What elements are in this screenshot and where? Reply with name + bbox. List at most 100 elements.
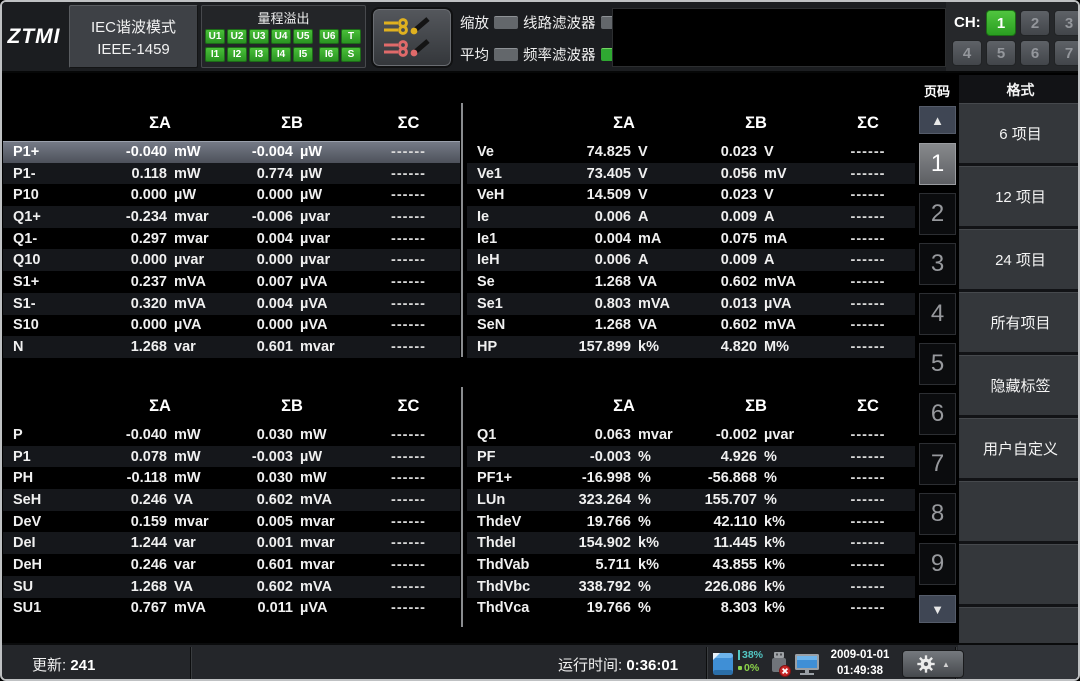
channel-button[interactable]: 3	[1054, 10, 1080, 36]
column-header: ΣB	[691, 397, 821, 416]
mode-indicator: IEC谐波模式 IEEE-1459	[69, 5, 198, 68]
table-row[interactable]: LUn 323.264 % 155.707 % ------	[467, 489, 915, 511]
page-button[interactable]: 7	[919, 443, 956, 485]
table-row[interactable]: P10 0.000 µW 0.000 µW ------	[3, 184, 460, 206]
page-button[interactable]: 5	[919, 343, 956, 385]
table-row[interactable]: VeH 14.509 V 0.023 V ------	[467, 184, 915, 206]
table-row[interactable]: PF -0.003 % 4.926 % ------	[467, 446, 915, 468]
table-row[interactable]: IeH 0.006 A 0.009 A ------	[467, 249, 915, 271]
table-row[interactable]: Se1 0.803 mVA 0.013 µVA ------	[467, 293, 915, 315]
table-row[interactable]: P1- 0.118 mW 0.774 µW ------	[3, 163, 460, 185]
channel-button[interactable]: 1	[986, 10, 1016, 36]
channel-button[interactable]: 2	[1020, 10, 1050, 36]
format-button[interactable]: 6 项目	[959, 103, 1080, 163]
table-row[interactable]: S1- 0.320 mVA 0.004 µVA ------	[3, 293, 460, 315]
table-row[interactable]: SeH 0.246 VA 0.602 mVA ------	[3, 489, 460, 511]
format-panel-title: 格式	[959, 80, 1080, 100]
time-text: 01:49:38	[837, 665, 883, 677]
table-row[interactable]: DeH 0.246 var 0.601 mvar ------	[3, 554, 460, 576]
status-divider	[190, 647, 192, 681]
table-row[interactable]: Ie1 0.004 mA 0.075 mA ------	[467, 228, 915, 250]
channel-led: U3	[249, 29, 269, 44]
freq-filter-label: 频率滤波器	[523, 44, 596, 65]
table-row[interactable]: SeN 1.268 VA 0.602 mVA ------	[467, 315, 915, 337]
page-button[interactable]: 4	[919, 293, 956, 335]
page-panel-title: 页码	[915, 81, 959, 100]
table-row[interactable]: S10 0.000 µVA 0.000 µVA ------	[3, 315, 460, 337]
format-button[interactable]	[959, 481, 1080, 541]
page-button[interactable]: 2	[919, 193, 956, 235]
page-down-button[interactable]: ▼	[919, 595, 956, 623]
status-right-section	[958, 645, 1080, 681]
zoom-indicator	[494, 16, 518, 29]
channel-button[interactable]: 5	[986, 40, 1016, 66]
table-row[interactable]: P1 0.078 mW -0.003 µW ------	[3, 446, 460, 468]
table-row[interactable]: SU 1.268 VA 0.602 mVA ------	[3, 576, 460, 598]
channel-led: I5	[293, 47, 313, 62]
channel-led: U4	[271, 29, 291, 44]
meter-dot	[738, 666, 742, 670]
channel-button[interactable]: 7	[1054, 40, 1080, 66]
message-display	[612, 8, 946, 67]
table-row[interactable]: N 1.268 var 0.601 mvar ------	[3, 336, 460, 358]
channel-led: I1	[205, 47, 225, 62]
brand-logo: ZTMI	[2, 2, 66, 71]
page-button[interactable]: 9	[919, 543, 956, 585]
table-row[interactable]: P -0.040 mW 0.030 mW ------	[3, 424, 460, 446]
table-row[interactable]: ThdVbc 338.792 % 226.086 k% ------	[467, 576, 915, 598]
channel-button[interactable]: 6	[1020, 40, 1050, 66]
table-row[interactable]: DeI 1.244 var 0.001 mvar ------	[3, 532, 460, 554]
table-row[interactable]: HP 157.899 k% 4.820 M% ------	[467, 336, 915, 358]
table-row[interactable]: Ve 74.825 V 0.023 V ------	[467, 141, 915, 163]
page-up-button[interactable]: ▲	[919, 106, 956, 134]
table-row[interactable]: S1+ 0.237 mVA 0.007 µVA ------	[3, 271, 460, 293]
table-row[interactable]: ThdVca 19.766 % 8.303 k% ------	[467, 598, 915, 620]
format-button[interactable]: 24 项目	[959, 229, 1080, 289]
table-row[interactable]: ThdVab 5.711 k% 43.855 k% ------	[467, 554, 915, 576]
table-row[interactable]: Q1 0.063 mvar -0.002 µvar ------	[467, 424, 915, 446]
format-button[interactable]	[959, 544, 1080, 604]
page-button[interactable]: 8	[919, 493, 956, 535]
column-header: ΣB	[227, 397, 357, 416]
format-button[interactable]: 隐藏标签	[959, 355, 1080, 415]
table-row[interactable]: SU1 0.767 mVA 0.011 µVA ------	[3, 598, 460, 620]
channel-selector: CH: 123 4567	[946, 2, 1080, 71]
table-row[interactable]: Ie 0.006 A 0.009 A ------	[467, 206, 915, 228]
format-button[interactable]: 12 项目	[959, 166, 1080, 226]
table-row[interactable]: PH -0.118 mW 0.030 mW ------	[3, 467, 460, 489]
wiring-diagram-button[interactable]	[373, 9, 451, 66]
table-top-right: ΣAΣBΣC Ve 74.825 V 0.023 V ------ Ve1 7	[467, 105, 915, 358]
wiring-icon	[374, 10, 450, 65]
format-button[interactable]: 所有项目	[959, 292, 1080, 352]
table-row[interactable]: Se 1.268 VA 0.602 mVA ------	[467, 271, 915, 293]
table-row[interactable]: ThdeV 19.766 % 42.110 k% ------	[467, 511, 915, 533]
column-header: ΣA	[557, 397, 691, 416]
table-row[interactable]: Q1- 0.297 mvar 0.004 µvar ------	[3, 228, 460, 250]
column-header: ΣA	[93, 114, 227, 133]
column-header: ΣB	[691, 114, 821, 133]
table-row[interactable]: P1+ -0.040 mW -0.004 µW ------	[3, 141, 460, 163]
format-button[interactable]: 用户自定义	[959, 418, 1080, 478]
page-button[interactable]: 3	[919, 243, 956, 285]
channel-row-1: 123	[986, 10, 1080, 36]
meter-bar	[738, 650, 740, 660]
table-row[interactable]: Q10 0.000 µvar 0.000 µvar ------	[3, 249, 460, 271]
table-row[interactable]: Ve1 73.405 V 0.056 mV ------	[467, 163, 915, 185]
page-button[interactable]: 1	[919, 143, 956, 185]
storage-usage: 38%	[738, 649, 763, 661]
storage-icon	[712, 652, 734, 681]
table-row[interactable]: DeV 0.159 mvar 0.005 mvar ------	[3, 511, 460, 533]
table-row[interactable]: ThdeI 154.902 k% 11.445 k% ------	[467, 532, 915, 554]
channel-button[interactable]: 4	[952, 40, 982, 66]
range-overflow-title: 量程溢出	[205, 8, 362, 27]
caret-up-icon: ▲	[942, 660, 950, 669]
channel-led: U6	[319, 29, 339, 44]
table-row[interactable]: Q1+ -0.234 mvar -0.006 µvar ------	[3, 206, 460, 228]
brand-logo-text: ZTMI	[8, 25, 61, 49]
page-button[interactable]: 6	[919, 393, 956, 435]
column-header: ΣB	[227, 114, 357, 133]
column-header: ΣC	[821, 114, 915, 133]
table-header: ΣAΣBΣC	[3, 105, 460, 141]
settings-menu-button[interactable]: ▲	[902, 650, 964, 678]
table-row[interactable]: PF1+ -16.998 % -56.868 % ------	[467, 467, 915, 489]
